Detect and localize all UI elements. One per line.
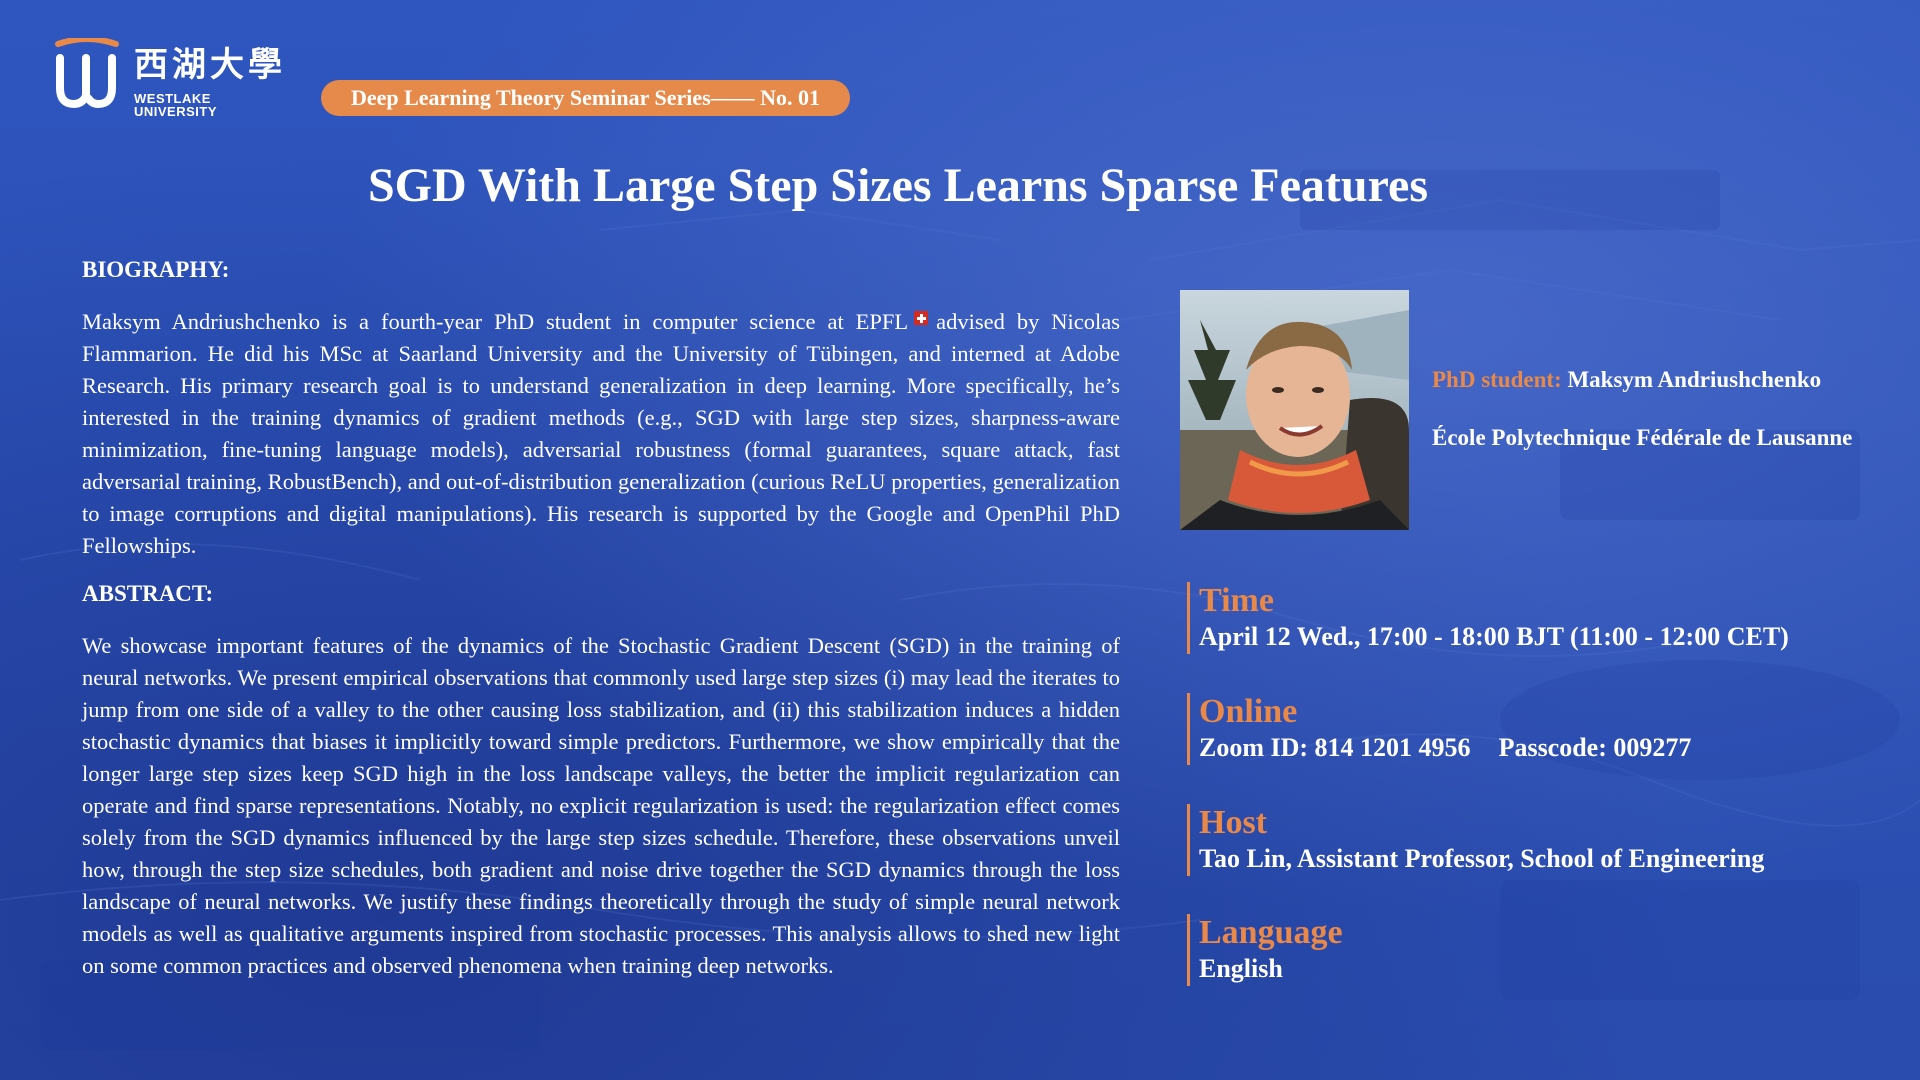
swiss-flag-icon	[914, 311, 929, 325]
time-label: Time	[1199, 582, 1274, 619]
university-name-cn: 西湖大學	[134, 45, 286, 85]
speaker-portrait-icon	[1180, 290, 1409, 530]
online-value: Zoom ID: 814 1201 4956 Passcode: 009277	[1199, 731, 1691, 765]
speaker-photo	[1180, 290, 1409, 530]
biography-text-part-1: Maksym Andriushchenko is a fourth-year P…	[82, 309, 909, 334]
host-label: Host	[1199, 804, 1267, 841]
speaker-role-label: PhD student:	[1432, 367, 1562, 392]
language-block: Language English	[1187, 914, 1343, 986]
host-value: Tao Lin, Assistant Professor, School of …	[1199, 844, 1765, 873]
series-badge: Deep Learning Theory Seminar Series—— No…	[321, 80, 850, 116]
zoom-id: Zoom ID: 814 1201 4956	[1199, 733, 1471, 762]
university-name-en: WESTLAKE UNIVERSITY	[134, 91, 218, 119]
biography-text-part-2: advised by Nicolas Flammarion. He did hi…	[82, 309, 1120, 558]
time-value: April 12 Wed., 17:00 - 18:00 BJT (11:00 …	[1199, 622, 1789, 651]
language-label: Language	[1199, 914, 1343, 951]
abstract-heading: ABSTRACT:	[82, 581, 214, 606]
online-label: Online	[1199, 693, 1298, 730]
westlake-logo-mark-icon	[55, 38, 119, 109]
biography-heading: BIOGRAPHY:	[82, 257, 230, 282]
speaker-name: Maksym Andriushchenko	[1567, 367, 1822, 392]
zoom-passcode: Passcode: 009277	[1498, 733, 1692, 762]
language-value: English	[1199, 954, 1283, 983]
abstract-text: We showcase important features of the dy…	[82, 633, 1120, 978]
biography-text: Maksym Andriushchenko is a fourth-year P…	[82, 306, 1120, 562]
host-block: Host Tao Lin, Assistant Professor, Schoo…	[1187, 804, 1764, 876]
westlake-logo: 西湖大學 WESTLAKE UNIVERSITY	[52, 38, 292, 118]
speaker-name-line: PhD student: Maksym Andriushchenko	[1432, 367, 1821, 393]
speaker-affiliation: École Polytechnique Fédérale de Lausanne	[1432, 425, 1853, 450]
talk-title: SGD With Large Step Sizes Learns Sparse …	[367, 159, 1428, 212]
online-block: Online Zoom ID: 814 1201 4956 Passcode: 0…	[1187, 693, 1691, 765]
time-block: Time April 12 Wed., 17:00 - 18:00 BJT (1…	[1187, 582, 1789, 654]
